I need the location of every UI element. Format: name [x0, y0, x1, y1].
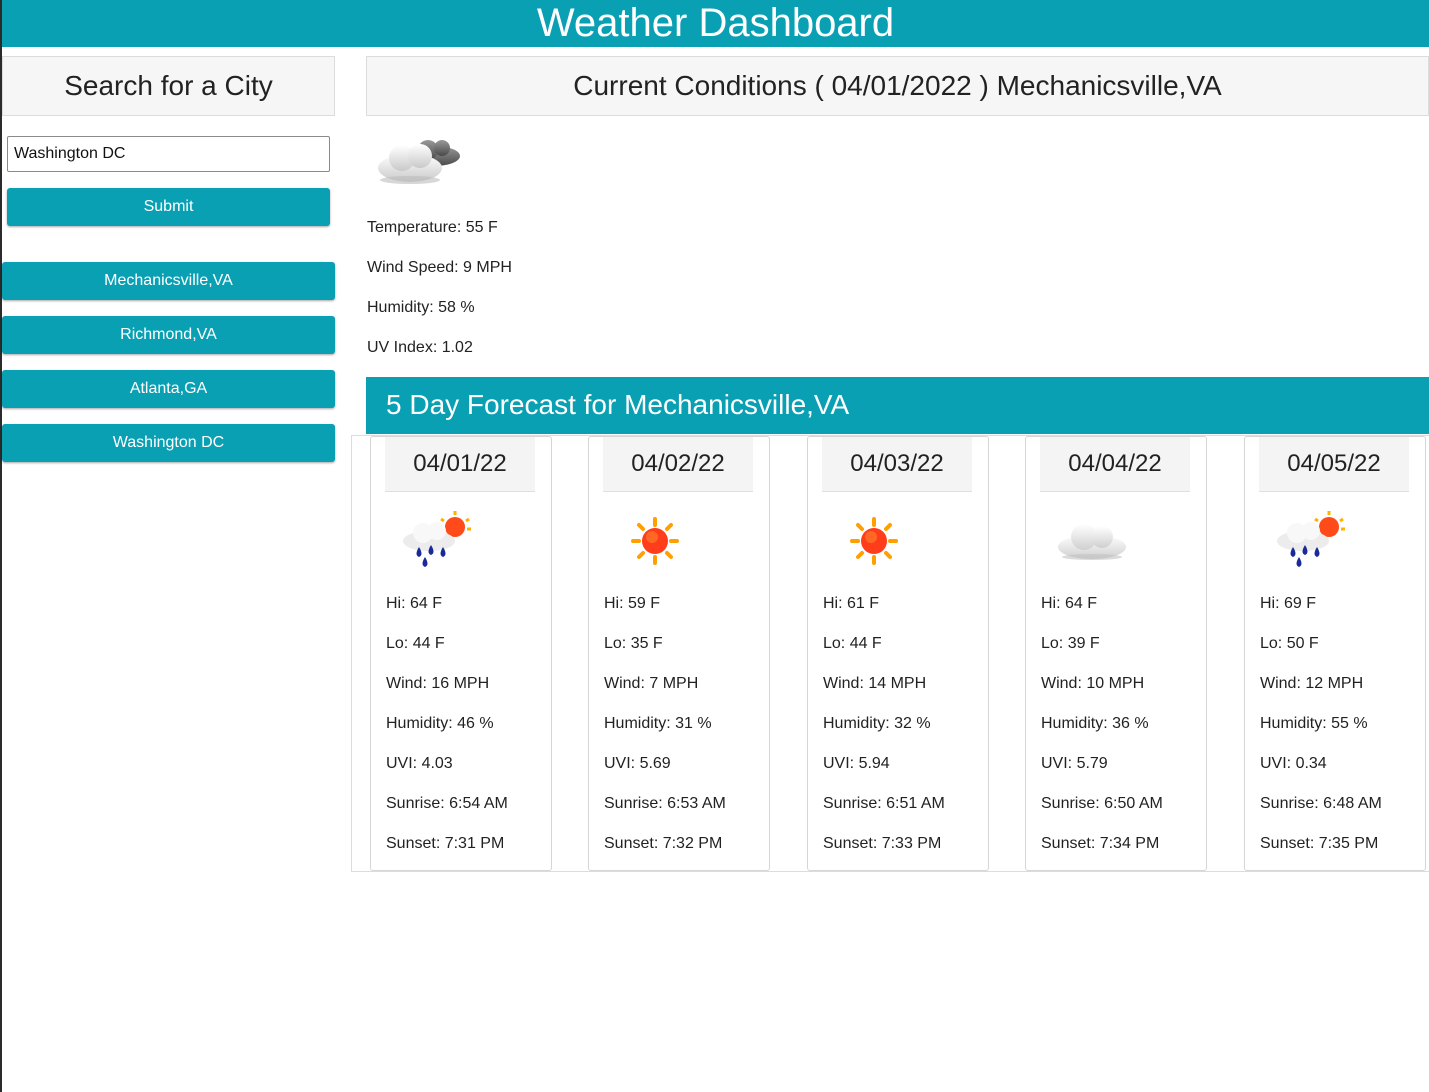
forecast-hi: Hi: 59 F [604, 595, 661, 612]
forecast-uvi: UVI: 5.69 [604, 755, 671, 772]
forecast-card: 04/04/22 Hi: 64 F Lo: 39 F Wind: 10 MPH … [1025, 436, 1207, 871]
forecast-date: 04/02/22 [603, 437, 753, 492]
forecast-sunrise: Sunrise: 6:51 AM [823, 795, 945, 812]
window-edge [0, 0, 2, 1092]
history-button-washington[interactable]: Washington DC [2, 424, 335, 462]
forecast-sunrise: Sunrise: 6:54 AM [386, 795, 508, 812]
forecast-sunrise: Sunrise: 6:50 AM [1041, 795, 1163, 812]
history-button-mechanicsville[interactable]: Mechanicsville,VA [2, 262, 335, 300]
forecast-card: 04/05/22 Hi: 69 F Lo: 50 F Wind: 12 MPH … [1244, 436, 1426, 871]
forecast-humidity: Humidity: 31 % [604, 715, 712, 732]
forecast-sunset: Sunset: 7:31 PM [386, 835, 505, 852]
forecast-card: 04/03/22 Hi: 61 F Lo: 44 F Wind: 14 MPH … [807, 436, 989, 871]
partly-cloudy-icon [378, 140, 460, 184]
forecast-humidity: Humidity: 46 % [386, 715, 494, 732]
forecast-lo: Lo: 44 F [823, 635, 882, 652]
forecast-humidity: Humidity: 55 % [1260, 715, 1368, 732]
forecast-hi: Hi: 64 F [386, 595, 443, 612]
forecast-date: 04/03/22 [822, 437, 972, 492]
forecast-sunrise: Sunrise: 6:53 AM [604, 795, 726, 812]
current-uv-index: UV Index: 1.02 [367, 339, 473, 356]
forecast-hi: Hi: 69 F [1260, 595, 1317, 612]
forecast-title: 5 Day Forecast for Mechanicsville,VA [366, 377, 1429, 434]
city-search-input[interactable] [7, 136, 330, 172]
search-panel-title: Search for a City [2, 56, 335, 116]
page-title: Weather Dashboard [536, 1, 895, 45]
forecast-wind: Wind: 7 MPH [604, 675, 699, 692]
sun-icon [850, 517, 898, 565]
forecast-humidity: Humidity: 32 % [823, 715, 931, 732]
forecast-uvi: UVI: 4.03 [386, 755, 453, 772]
forecast-sunset: Sunset: 7:32 PM [604, 835, 723, 852]
current-conditions-title: Current Conditions ( 04/01/2022 ) Mechan… [366, 56, 1429, 116]
history-button-atlanta[interactable]: Atlanta,GA [2, 370, 335, 408]
forecast-lo: Lo: 35 F [604, 635, 663, 652]
forecast-wind: Wind: 16 MPH [386, 675, 490, 692]
cloud-icon [1058, 524, 1126, 560]
forecast-sunset: Sunset: 7:35 PM [1260, 835, 1379, 852]
forecast-lo: Lo: 50 F [1260, 635, 1319, 652]
rain-sun-icon [1277, 511, 1345, 567]
history-button-richmond[interactable]: Richmond,VA [2, 316, 335, 354]
forecast-hi: Hi: 61 F [823, 595, 880, 612]
forecast-sunrise: Sunrise: 6:48 AM [1260, 795, 1382, 812]
forecast-date: 04/04/22 [1040, 437, 1190, 492]
forecast-date: 04/01/22 [385, 437, 535, 492]
forecast-uvi: UVI: 5.94 [823, 755, 890, 772]
page-header: Weather Dashboard [2, 0, 1429, 47]
forecast-wind: Wind: 14 MPH [823, 675, 927, 692]
current-temperature: Temperature: 55 F [367, 219, 498, 236]
forecast-card: 04/02/22 Hi: 59 F Lo: 35 F Wind: 7 MPH H… [588, 436, 770, 871]
sun-icon [631, 517, 679, 565]
forecast-wind: Wind: 10 MPH [1041, 675, 1145, 692]
forecast-date: 04/05/22 [1259, 437, 1409, 492]
submit-button[interactable]: Submit [7, 188, 330, 226]
rain-sun-icon [403, 511, 471, 567]
forecast-uvi: UVI: 5.79 [1041, 755, 1108, 772]
forecast-lo: Lo: 39 F [1041, 635, 1100, 652]
forecast-wind: Wind: 12 MPH [1260, 675, 1364, 692]
current-wind-speed: Wind Speed: 9 MPH [367, 259, 512, 276]
forecast-uvi: UVI: 0.34 [1260, 755, 1327, 772]
forecast-sunset: Sunset: 7:33 PM [823, 835, 942, 852]
current-humidity: Humidity: 58 % [367, 299, 475, 316]
forecast-lo: Lo: 44 F [386, 635, 445, 652]
forecast-hi: Hi: 64 F [1041, 595, 1098, 612]
forecast-card: 04/01/22 Hi: 64 F Lo: 44 F Wind: 16 MPH … [370, 436, 552, 871]
forecast-humidity: Humidity: 36 % [1041, 715, 1149, 732]
forecast-sunset: Sunset: 7:34 PM [1041, 835, 1160, 852]
